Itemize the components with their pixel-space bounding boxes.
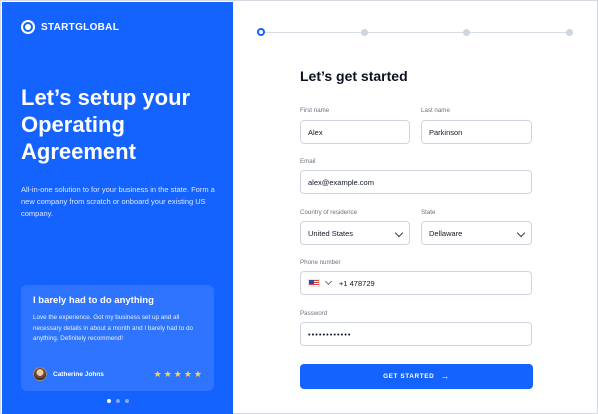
star-icon: ★ [173,368,182,379]
stepper-line [263,32,567,33]
get-started-button[interactable]: GET STARTED → [300,364,533,389]
progress-stepper [257,27,573,39]
country-value: United States [308,228,354,238]
step-1[interactable] [257,28,265,36]
brand[interactable]: STARTGLOBAL [21,20,119,34]
testimonial-title: I barely had to do anything [33,295,154,306]
brand-name: STARTGLOBAL [41,21,120,33]
promo-panel: STARTGLOBAL Let’s setup your Operating A… [2,2,233,414]
star-icon: ★ [183,368,192,379]
last-name-field[interactable]: Parkinson [421,120,532,144]
circle-logo-icon [21,20,35,34]
password-value: •••••••••••• [308,329,352,339]
star-icon: ★ [193,368,202,379]
star-icon: ★ [153,368,162,379]
step-4[interactable] [566,29,573,36]
us-flag-icon[interactable] [308,279,320,287]
step-3[interactable] [463,29,470,36]
arrow-right-icon: → [440,371,450,381]
headline: Let’s setup your Operating Agreement [21,85,191,164]
form-title: Let’s get started [300,68,408,84]
last-name-value: Parkinson [429,127,463,137]
password-field[interactable]: •••••••••••• [300,322,532,346]
first-name-label: First name [300,107,330,114]
pagination-dot-1[interactable] [107,399,111,403]
phone-label: Phone number [300,259,341,266]
phone-value: +1 478729 [339,278,375,288]
rating-stars: ★ ★ ★ ★ ★ [154,369,202,380]
first-name-value: Alex [308,127,323,137]
email-label: Email [300,158,316,165]
avatar [33,367,47,381]
step-2[interactable] [361,29,368,36]
chevron-down-icon[interactable] [324,277,333,286]
state-label: State [421,209,436,216]
pagination-dot-3[interactable] [125,399,129,403]
chevron-down-icon [516,228,526,238]
testimonial-person: Catherine Johns [33,367,104,381]
first-name-field[interactable]: Alex [300,120,410,144]
pagination-dot-2[interactable] [116,399,120,403]
get-started-label: GET STARTED [383,373,435,380]
country-label: Country of residence [300,209,358,216]
password-label: Password [300,310,328,317]
state-value: Dellaware [429,228,463,238]
carousel-pagination [107,399,129,403]
star-icon: ★ [163,368,172,379]
email-value: alex@example.com [308,177,374,187]
page-frame: STARTGLOBAL Let’s setup your Operating A… [0,0,598,414]
testimonial-body: Love the experience. Got my business set… [33,314,193,342]
testimonial-footer: Catherine Johns ★ ★ ★ ★ ★ [33,367,202,381]
last-name-label: Last name [421,107,450,114]
subtext: All-in-one solution to for your business… [21,185,215,218]
chevron-down-icon [394,228,404,238]
state-select[interactable]: Dellaware [421,221,532,245]
country-select[interactable]: United States [300,221,410,245]
email-field[interactable]: alex@example.com [300,170,532,194]
testimonial-card: I barely had to do anything Love the exp… [21,285,214,391]
person-name: Catherine Johns [53,370,104,378]
phone-field[interactable]: +1 478729 [300,271,532,295]
